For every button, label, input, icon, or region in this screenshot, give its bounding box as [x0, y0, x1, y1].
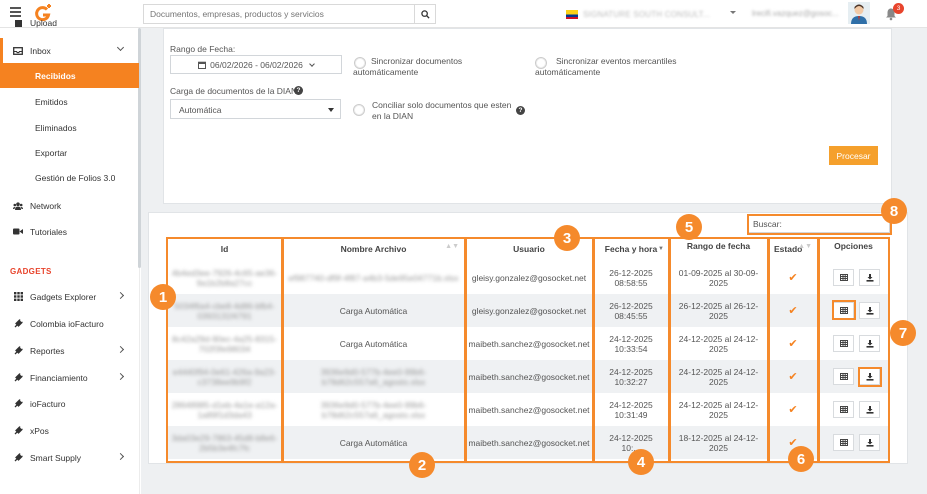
sidebar-item-reportes[interactable]: Reportes: [0, 338, 139, 363]
plug-icon: [13, 426, 23, 436]
help-icon[interactable]: ?: [516, 106, 525, 115]
annotation-frame-options: [818, 237, 890, 463]
sidebar-item-label: Colombia ioFacturo: [30, 318, 104, 329]
plug-icon: [13, 319, 23, 329]
upload-icon: [13, 18, 23, 28]
sync-documents-label-1: Sincronizar documentos: [371, 56, 463, 66]
reconcile-label-2: en la DIAN: [372, 111, 414, 121]
sidebar-item-gadgets-explorer[interactable]: Gadgets Explorer: [0, 284, 139, 309]
annotation-badge-1: 1: [150, 284, 176, 310]
company-name: SIGNATURE SOUTH CONSULT...: [583, 9, 711, 19]
company-selector[interactable]: SIGNATURE SOUTH CONSULT...: [566, 5, 744, 23]
annotation-frame-user: [465, 237, 594, 463]
annotation-badge-3: 3: [554, 225, 580, 251]
colombia-flag-icon: [566, 9, 578, 19]
sidebar-item-label: Inbox: [30, 45, 51, 56]
annotation-frame-range: [669, 237, 769, 463]
avatar-icon: [848, 2, 870, 24]
plug-icon: [13, 373, 23, 383]
dian-load-select[interactable]: Automática: [170, 99, 341, 119]
annotation-frame-file: [282, 237, 466, 463]
chevron-right-icon: [116, 291, 125, 300]
inbox-icon: [13, 46, 23, 56]
annotation-badge-6: 6: [788, 446, 814, 472]
annotation-frame-download-button: [858, 367, 882, 387]
top-bar: SIGNATURE SOUTH CONSULT... lrecifi.vazqu…: [0, 0, 927, 28]
sync-events-label-1: Sincronizar eventos mercantiles: [556, 56, 677, 66]
plug-icon: [13, 399, 23, 409]
video-camera-icon: [13, 227, 23, 237]
user-email[interactable]: lrecifi.vazquez@gosoc...: [752, 9, 839, 18]
dian-load-value: Automática: [179, 105, 222, 115]
annotation-frame-search: [747, 214, 892, 235]
sidebar-item-inbox[interactable]: Inbox: [0, 38, 139, 63]
annotation-badge-8: 8: [881, 198, 907, 224]
annotation-badge-5: 5: [676, 214, 702, 240]
sidebar-item-label: Network: [30, 200, 62, 211]
plug-icon: [13, 453, 23, 463]
sidebar-subitem-recibidos[interactable]: Recibidos: [0, 63, 139, 88]
reconcile-label-1: Conciliar solo documentos que esten: [372, 100, 512, 110]
chevron-right-icon: [116, 452, 125, 461]
chevron-right-icon: [116, 372, 125, 381]
sidebar-subitem-gestion-folios[interactable]: Gestión de Folios 3.0: [0, 165, 139, 190]
reconcile-toggle[interactable]: [353, 104, 365, 116]
caret-down-icon: [328, 108, 334, 112]
help-icon[interactable]: ?: [294, 86, 303, 95]
date-range-value: 06/02/2026 - 06/02/2026: [210, 59, 303, 70]
sync-documents-label-2: automáticamente: [353, 67, 419, 77]
chevron-down-icon: [116, 43, 125, 52]
sync-events-label-2: automáticamente: [535, 67, 601, 77]
chevron-down-icon: [730, 11, 736, 14]
sidebar-item-tutoriales[interactable]: Tutoriales: [0, 219, 139, 244]
sidebar-item-upload[interactable]: Upload: [0, 16, 139, 28]
sidebar-item-network[interactable]: Network: [0, 193, 139, 218]
sidebar-subitem-eliminados[interactable]: Eliminados: [0, 115, 139, 140]
annotation-badge-7: 7: [890, 320, 916, 346]
sidebar-item-label: Gadgets Explorer: [30, 291, 97, 302]
annotation-frame-id: [166, 237, 283, 463]
grid-icon: [13, 292, 23, 302]
chevron-right-icon: [116, 345, 125, 354]
sidebar-item-label: Reportes: [30, 345, 65, 356]
sidebar-item-smart-supply[interactable]: Smart Supply: [0, 445, 139, 470]
sidebar-subitem-emitidos[interactable]: Emitidos: [0, 89, 139, 114]
dian-load-label: Carga de documentos de la DIAN:: [170, 86, 300, 96]
date-range-picker[interactable]: 06/02/2026 - 06/02/2026: [170, 55, 342, 74]
sidebar-item-colombia-iofacturo[interactable]: Colombia ioFacturo: [0, 311, 139, 336]
search-icon: [420, 9, 430, 19]
sidebar-item-label: Upload: [30, 18, 57, 28]
sidebar-item-xpos[interactable]: xPos: [0, 418, 139, 443]
global-search-input[interactable]: [143, 4, 414, 24]
sidebar-subitem-exportar[interactable]: Exportar: [0, 140, 139, 165]
sidebar-item-label: Financiamiento: [30, 372, 88, 383]
sidebar-item-label: Tutoriales: [30, 226, 68, 237]
date-range-label: Rango de Fecha:: [170, 44, 236, 54]
annotation-frame-status: [768, 237, 819, 463]
sidebar-item-label: xPos: [30, 425, 49, 436]
notification-badge: 3: [893, 3, 904, 14]
annotation-frame-view-button: [832, 300, 856, 320]
sidebar-item-label: ioFacturo: [30, 398, 66, 409]
annotation-frame-datetime: [593, 237, 670, 463]
annotation-badge-2: 2: [409, 452, 435, 478]
chevron-down-icon: [308, 60, 315, 67]
search-button[interactable]: [414, 4, 436, 24]
avatar[interactable]: [848, 2, 870, 24]
sidebar-item-iofacturo[interactable]: ioFacturo: [0, 391, 139, 416]
gadgets-heading: GADGETS: [10, 267, 52, 276]
annotation-badge-4: 4: [628, 449, 654, 475]
calendar-icon: [198, 61, 207, 69]
sidebar-item-financiamiento[interactable]: Financiamiento: [0, 365, 139, 390]
plug-icon: [13, 346, 23, 356]
sidebar-item-label: Smart Supply: [30, 452, 82, 463]
users-icon: [13, 201, 23, 211]
process-button[interactable]: Procesar: [829, 146, 878, 165]
